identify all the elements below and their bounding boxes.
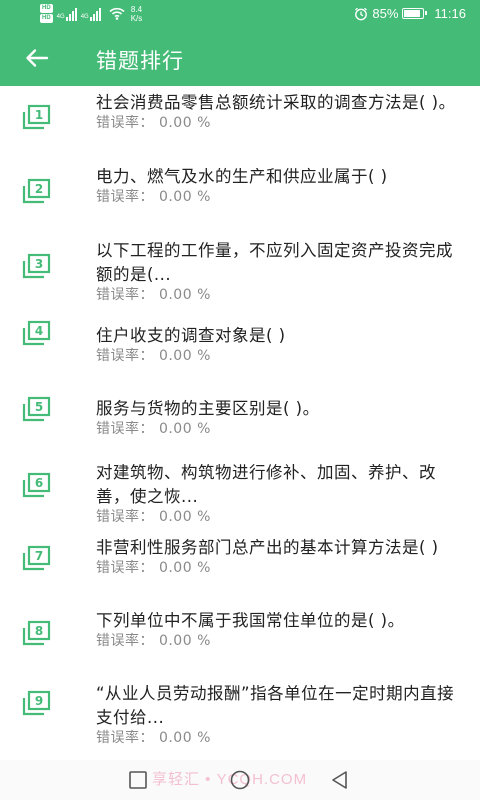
badge-number: 3 <box>35 257 43 271</box>
error-rate: 错误率： 0.00 % <box>96 421 211 437</box>
system-nav-bar: 享轻汇 • YCQH.COM <box>0 760 480 800</box>
number-badge-icon: 2 <box>22 178 51 204</box>
list-item[interactable]: 7 非营利性服务部门总产出的基本计算方法是( ) 错误率： 0.00 % <box>0 533 480 607</box>
network-type: 4G <box>56 13 65 20</box>
recents-button[interactable] <box>128 770 148 794</box>
error-rate: 错误率： 0.00 % <box>96 730 211 746</box>
question-text: “从业人员劳动报酬”指各单位在一定时期内直接支付给... <box>96 684 455 727</box>
list-item[interactable]: 3 以下工程的工作量，不应列入固定资产投资完成额的是(... 错误率： 0.00… <box>0 235 480 309</box>
question-text: 社会消费品零售总额统计采取的调查方法是( )。 <box>96 93 456 112</box>
error-rate: 错误率： 0.00 % <box>96 115 211 131</box>
list-item[interactable]: 2 电力、燃气及水的生产和供应业属于( ) 错误率： 0.00 % <box>0 160 480 234</box>
question-text: 电力、燃气及水的生产和供应业属于( ) <box>96 167 388 186</box>
page-title: 错题排行 <box>96 49 184 73</box>
signal-bars-icon <box>89 7 101 21</box>
question-text: 以下工程的工作量，不应列入固定资产投资完成额的是(... <box>96 241 453 284</box>
error-rate: 错误率： 0.00 % <box>96 348 211 364</box>
alarm-icon <box>355 7 368 20</box>
triangle-back-icon <box>332 771 347 789</box>
question-text: 对建筑物、构筑物进行修补、加固、养护、改善，使之恢... <box>96 463 436 506</box>
status-bar: HD HD 4G 4G 8.4 K/s 85% 11:16 <box>0 0 480 30</box>
speed-unit: K/s <box>130 13 143 23</box>
network-speed: 8.4 K/s <box>131 5 143 23</box>
arrow-left-icon <box>26 49 49 67</box>
back-nav-button[interactable] <box>330 770 350 794</box>
error-rate: 错误率： 0.00 % <box>96 189 211 205</box>
hd-badge: HD <box>40 4 53 13</box>
status-left: HD HD 4G 4G 8.4 K/s <box>40 4 142 23</box>
speed-value: 8.4 <box>130 4 143 14</box>
question-text: 非营利性服务部门总产出的基本计算方法是( ) <box>96 538 439 557</box>
number-badge-icon: 3 <box>22 253 51 279</box>
number-badge-icon: 6 <box>22 472 51 498</box>
hd-badges: HD HD <box>40 4 53 23</box>
signal-1: 4G <box>57 7 77 21</box>
back-button[interactable] <box>22 44 52 72</box>
badge-number: 7 <box>35 549 43 563</box>
battery-fill <box>404 10 420 17</box>
number-badge-icon: 5 <box>22 396 51 422</box>
badge-number: 5 <box>35 400 43 414</box>
badge-number: 8 <box>35 624 43 638</box>
app-bar: 错题排行 <box>0 30 480 86</box>
list-item[interactable]: 8 下列单位中不属于我国常住单位的是( )。 错误率： 0.00 % <box>0 606 480 680</box>
error-rate: 错误率： 0.00 % <box>96 633 211 649</box>
list-item[interactable]: 6 对建筑物、构筑物进行修补、加固、养护、改善，使之恢... 错误率： 0.00… <box>0 458 480 532</box>
signal-2: 4G <box>81 7 101 21</box>
error-rate: 错误率： 0.00 % <box>96 509 211 525</box>
list-item[interactable]: 9 “从业人员劳动报酬”指各单位在一定时期内直接支付给... 错误率： 0.00… <box>0 680 480 754</box>
home-button[interactable] <box>229 770 251 794</box>
clock: 11:16 <box>434 6 466 21</box>
status-right: 85% 11:16 <box>354 6 466 21</box>
list-item[interactable]: 1 社会消费品零售总额统计采取的调查方法是( )。 错误率： 0.00 % <box>0 86 480 160</box>
badge-number: 4 <box>35 324 43 338</box>
number-badge-icon: 4 <box>22 320 51 346</box>
wifi-icon <box>109 7 125 20</box>
error-rate: 错误率： 0.00 % <box>96 287 211 303</box>
number-badge-icon: 9 <box>22 690 51 716</box>
network-type: 4G <box>80 13 89 20</box>
question-text: 服务与货物的主要区别是( )。 <box>96 399 320 418</box>
badge-number: 9 <box>35 694 43 708</box>
question-text: 住户收支的调查对象是( ) <box>96 326 286 345</box>
battery-percent: 85% <box>372 6 399 21</box>
badge-number: 2 <box>35 182 43 196</box>
circle-home-icon <box>230 770 250 790</box>
number-badge-icon: 8 <box>22 620 51 646</box>
badge-number: 1 <box>35 108 43 122</box>
hd-badge: HD <box>40 14 53 23</box>
question-text: 下列单位中不属于我国常住单位的是( )。 <box>96 611 405 630</box>
number-badge-icon: 1 <box>22 104 51 130</box>
number-badge-icon: 7 <box>22 545 51 571</box>
square-recents-icon <box>129 771 147 789</box>
list-item[interactable]: 4 住户收支的调查对象是( ) 错误率： 0.00 % <box>0 310 480 384</box>
error-rate: 错误率： 0.00 % <box>96 560 211 576</box>
list-item[interactable]: 5 服务与货物的主要区别是( )。 错误率： 0.00 % <box>0 384 480 458</box>
signal-bars-icon <box>65 7 77 21</box>
battery-icon <box>402 8 428 19</box>
badge-number: 6 <box>35 476 43 490</box>
